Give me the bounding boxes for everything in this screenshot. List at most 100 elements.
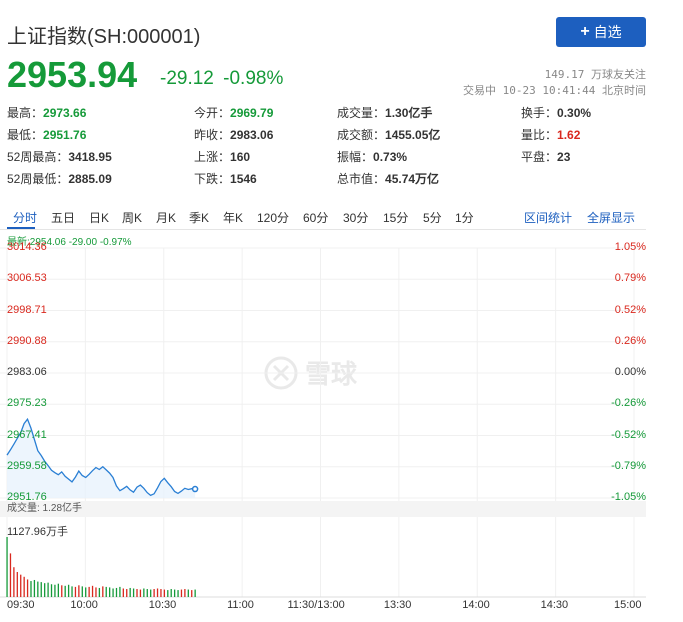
latest-price-dot <box>191 485 199 493</box>
stat-low: 最低：2951.76 <box>7 126 86 143</box>
tab-daily-k[interactable]: 日K <box>89 209 109 226</box>
tab-60min[interactable]: 60分 <box>303 209 328 226</box>
stat-value: 0.30% <box>557 106 592 120</box>
stat-label: 成交额： <box>337 128 386 142</box>
volume-bar <box>153 589 155 597</box>
stat-amplitude: 振幅：0.73% <box>337 148 407 165</box>
stat-volume-ratio: 量比：1.62 <box>521 126 580 143</box>
volume-bar <box>146 589 148 597</box>
stat-value: 2951.76 <box>43 128 87 142</box>
index-title: 上证指数(SH:000001) <box>7 26 201 48</box>
xueqiu-logo-icon <box>264 356 298 389</box>
x-time-label: 10:30 <box>148 599 177 611</box>
volume-bar <box>30 581 32 597</box>
volume-bar <box>109 587 111 597</box>
y-price-label: 2975.23 <box>7 397 47 410</box>
stat-label: 平盘： <box>521 150 558 164</box>
y-percent-label: -0.79% <box>611 459 646 472</box>
stat-high: 最高：2973.66 <box>7 104 86 121</box>
tab-5min[interactable]: 5分 <box>423 209 442 226</box>
volume-bar <box>177 590 179 597</box>
volume-bar <box>98 587 101 597</box>
volume-bar <box>132 588 135 597</box>
volume-bar <box>170 589 172 597</box>
volume-bar <box>184 589 186 597</box>
volume-bar <box>64 585 66 597</box>
volume-bar <box>119 586 121 597</box>
stat-value: 2969.79 <box>230 106 274 120</box>
volume-bar <box>44 583 46 597</box>
volume-bar <box>143 588 145 597</box>
stat-value: 160 <box>230 150 251 164</box>
stat-label: 最低： <box>7 128 44 142</box>
volume-bar <box>136 589 138 597</box>
add-to-watchlist-button[interactable]: + 自选 <box>556 17 646 47</box>
x-time-label: 09:30 <box>7 599 35 611</box>
y-percent-label: 0.26% <box>614 334 646 347</box>
x-time-label: 15:00 <box>614 599 642 611</box>
volume-bar <box>187 589 189 597</box>
stat-prev-close: 昨收：2983.06 <box>194 126 273 143</box>
volume-bar <box>88 586 90 597</box>
y-percent-label: 0.00% <box>614 366 646 378</box>
tab-quarterly-k[interactable]: 季K <box>189 209 209 226</box>
x-time-label: 11:00 <box>227 599 254 611</box>
tab-120min[interactable]: 120分 <box>257 209 289 226</box>
volume-bar <box>102 586 104 597</box>
trade-status: 交易中 10-23 10:41:44 北京时间 <box>463 84 646 97</box>
volume-bar <box>9 553 12 597</box>
current-price: 2953.94 <box>7 54 138 95</box>
stat-label: 最高： <box>7 106 44 120</box>
y-percent-label: -0.52% <box>611 428 646 441</box>
volume-max-label: 1127.96万手 <box>7 526 68 538</box>
volume-bar <box>91 585 94 597</box>
stat-volume: 成交量：1.30亿手 <box>337 104 432 121</box>
y-percent-label: -0.26% <box>611 397 646 410</box>
volume-bar <box>160 589 162 597</box>
watermark-text: 雪球 <box>305 359 358 389</box>
stat-label: 下跌： <box>194 172 231 186</box>
tab-yearly-k[interactable]: 年K <box>223 209 243 226</box>
x-time-label: 14:30 <box>540 599 569 611</box>
stat-value: 1.30亿手 <box>385 106 433 120</box>
stat-value: 2983.06 <box>230 128 274 142</box>
volume-bar <box>173 589 176 597</box>
stat-label: 总市值： <box>337 172 386 186</box>
volume-bar <box>26 579 29 597</box>
stat-label: 量比： <box>521 128 558 142</box>
y-percent-label: 0.79% <box>614 272 646 285</box>
volume-bar <box>47 582 49 597</box>
stat-value: 3418.95 <box>68 150 112 164</box>
volume-bar <box>122 588 124 597</box>
tab-30min[interactable]: 30分 <box>343 209 368 226</box>
tab-intraday[interactable]: 分时 <box>13 209 37 226</box>
volume-bar <box>78 585 80 597</box>
tab-1min[interactable]: 1分 <box>455 209 474 226</box>
x-time-label: 10:00 <box>70 599 98 611</box>
y-price-label: 2998.71 <box>7 303 47 316</box>
volume-bar <box>13 567 15 597</box>
tab-15min[interactable]: 15分 <box>383 209 408 226</box>
tab-weekly-k[interactable]: 周K <box>122 209 142 226</box>
volume-bar <box>167 590 169 597</box>
y-price-label: 3014.36 <box>7 241 47 253</box>
tab-monthly-k[interactable]: 月K <box>156 209 176 226</box>
volume-bar <box>23 576 25 597</box>
volume-bar <box>194 589 196 597</box>
chart-period-tabs: 分时 五日 日K 周K 月K 季K 年K 120分 60分 30分 15分 5分… <box>0 205 646 230</box>
range-stats-link[interactable]: 区间统计 <box>524 209 572 226</box>
volume-bar <box>37 581 39 597</box>
volume-bar <box>115 587 118 597</box>
volume-bar <box>71 586 73 597</box>
add-to-watchlist-label: 自选 <box>593 24 622 40</box>
volume-bar <box>105 586 107 597</box>
xueqiu-watermark: 雪球 <box>263 354 357 391</box>
x-time-label: 13:30 <box>383 599 412 611</box>
volume-bar <box>57 583 59 597</box>
y-price-label: 2959.58 <box>7 459 47 472</box>
tab-5day[interactable]: 五日 <box>51 209 75 226</box>
stat-value: 1455.05亿 <box>385 128 441 142</box>
stat-value: 2885.09 <box>68 172 112 186</box>
fullscreen-link[interactable]: 全屏显示 <box>587 209 635 226</box>
volume-bar <box>85 587 87 597</box>
